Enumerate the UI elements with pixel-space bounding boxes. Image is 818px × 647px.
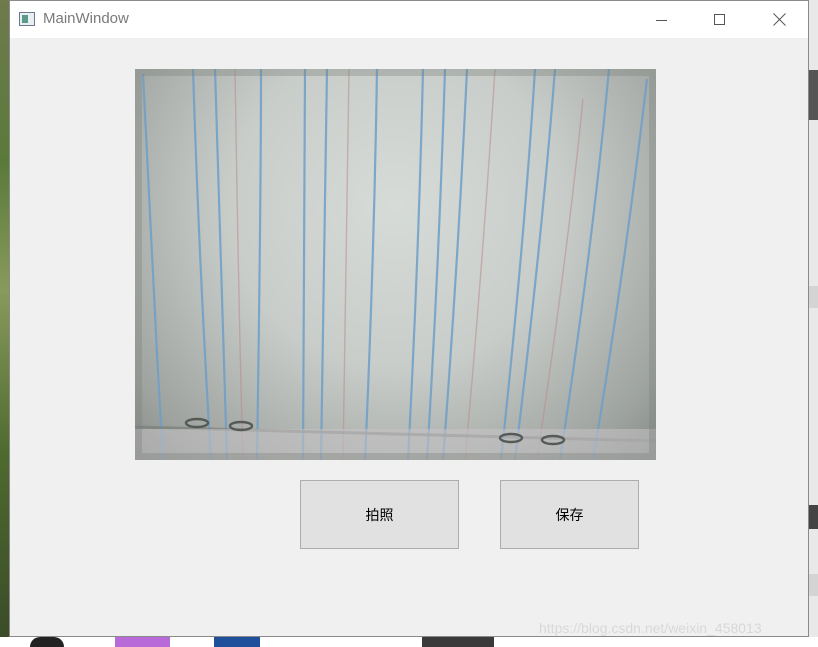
camera-preview: [135, 69, 656, 460]
minimize-icon: [656, 19, 667, 21]
taskbar-app-icon[interactable]: [422, 637, 494, 647]
taskbar-app-icon[interactable]: [214, 637, 260, 647]
camera-image: [135, 69, 656, 460]
title-bar[interactable]: MainWindow: [10, 1, 808, 38]
capture-button[interactable]: 拍照: [300, 480, 459, 549]
close-button[interactable]: [750, 1, 808, 38]
close-icon: [772, 13, 786, 26]
maximize-icon: [714, 13, 725, 25]
taskbar-app-icon[interactable]: [30, 637, 64, 647]
maximize-button[interactable]: [691, 1, 749, 38]
app-window-icon: [19, 12, 35, 26]
window-title: MainWindow: [43, 10, 129, 27]
watermark-text: https://blog.csdn.net/weixin_458013: [539, 620, 762, 636]
desktop-background-right: [809, 0, 818, 647]
minimize-button[interactable]: [633, 1, 691, 38]
taskbar-app-icon[interactable]: [115, 637, 170, 647]
save-button[interactable]: 保存: [500, 480, 639, 549]
main-window: MainWindow 拍照 保存: [9, 0, 809, 637]
